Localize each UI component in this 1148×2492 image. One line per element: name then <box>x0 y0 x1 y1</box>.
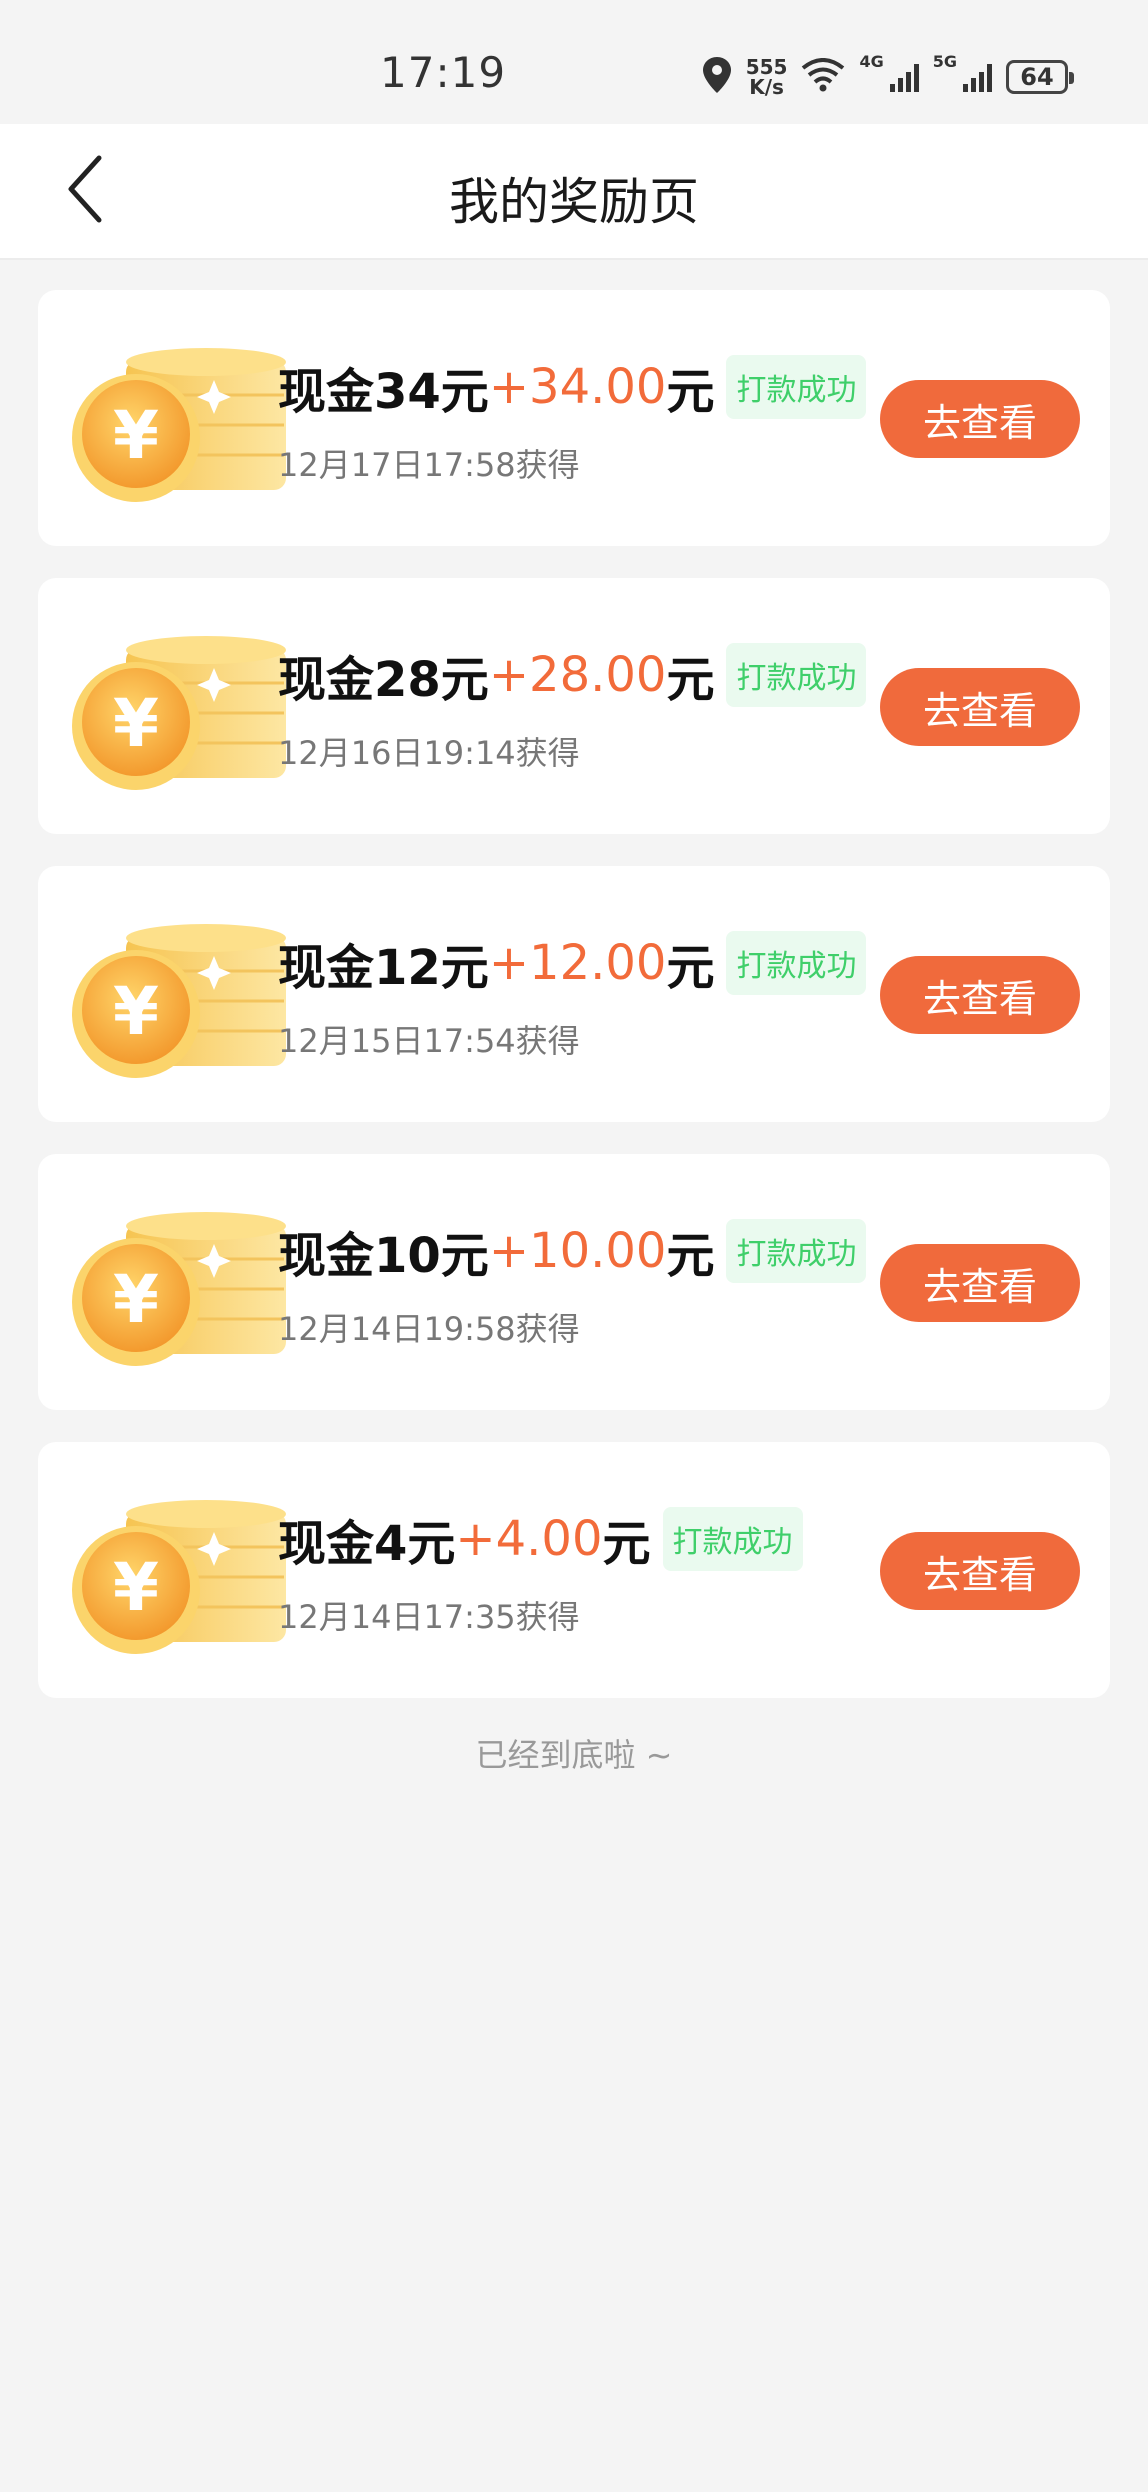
speed-value: 555 <box>745 55 788 79</box>
reward-unit: 元 <box>666 1228 715 1284</box>
view-button[interactable]: 去查看 <box>880 668 1080 746</box>
reward-unit: 元 <box>666 364 715 420</box>
reward-time: 12月14日19:58获得 <box>278 1310 580 1348</box>
status-icons: 555 K/s 4G 5G 64 <box>702 52 1074 102</box>
reward-time: 12月14日17:35获得 <box>278 1598 580 1636</box>
reward-title-row: 现金10元 +10.00 元打款成功 <box>278 1216 867 1286</box>
reward-list: ¥ 现金34元 +34.00 元打款成功 12月17日17:58获得 去查看 ¥ 现金2… <box>0 260 1148 1698</box>
network-type-2: 5G <box>932 52 957 71</box>
reward-amount: +10.00 <box>488 1223 667 1279</box>
view-button[interactable]: 去查看 <box>880 1532 1080 1610</box>
wifi-icon <box>801 58 845 96</box>
view-button[interactable]: 去查看 <box>880 1244 1080 1322</box>
reward-title: 现金34元 <box>278 364 489 420</box>
coin-stack-icon: ¥ <box>64 1204 294 1374</box>
network-type-1: 4G <box>859 52 884 71</box>
status-time: 17:19 <box>380 48 507 97</box>
reward-time: 12月16日19:14获得 <box>278 734 580 772</box>
reward-amount: +28.00 <box>488 647 667 703</box>
signal-icon-1 <box>889 62 919 92</box>
reward-unit: 元 <box>666 940 715 996</box>
reward-title: 现金4元 <box>278 1516 456 1572</box>
reward-unit: 元 <box>666 652 715 708</box>
reward-title-row: 现金28元 +28.00 元打款成功 <box>278 640 867 710</box>
reward-time: 12月15日17:54获得 <box>278 1022 580 1060</box>
reward-title: 现金28元 <box>278 652 489 708</box>
network-speed: 555 K/s <box>746 57 788 97</box>
reward-title: 现金12元 <box>278 940 489 996</box>
reward-title: 现金10元 <box>278 1228 489 1284</box>
reward-title-row: 现金4元 +4.00 元打款成功 <box>278 1504 803 1574</box>
reward-title-row: 现金12元 +12.00 元打款成功 <box>278 928 867 998</box>
svg-text:¥: ¥ <box>113 1549 159 1626</box>
svg-text:¥: ¥ <box>113 397 159 474</box>
reward-card: ¥ 现金12元 +12.00 元打款成功 12月15日17:54获得 去查看 <box>38 866 1110 1122</box>
battery-icon: 64 <box>1006 60 1074 94</box>
status-badge: 打款成功 <box>726 355 867 419</box>
speed-unit: K/s <box>749 75 784 99</box>
status-badge: 打款成功 <box>726 931 867 995</box>
reward-card: ¥ 现金34元 +34.00 元打款成功 12月17日17:58获得 去查看 <box>38 290 1110 546</box>
svg-text:¥: ¥ <box>113 685 159 762</box>
coin-stack-icon: ¥ <box>64 916 294 1086</box>
status-badge: 打款成功 <box>662 1507 803 1571</box>
reward-card: ¥ 现金10元 +10.00 元打款成功 12月14日19:58获得 去查看 <box>38 1154 1110 1410</box>
view-button[interactable]: 去查看 <box>880 956 1080 1034</box>
coin-stack-icon: ¥ <box>64 1492 294 1662</box>
svg-text:¥: ¥ <box>113 973 159 1050</box>
coin-stack-icon: ¥ <box>64 340 294 510</box>
status-badge: 打款成功 <box>726 1219 867 1283</box>
nav-bar: 我的奖励页 <box>0 124 1148 260</box>
status-badge: 打款成功 <box>726 643 867 707</box>
battery-level: 64 <box>1020 63 1054 91</box>
coin-stack-icon: ¥ <box>64 628 294 798</box>
reward-amount: +12.00 <box>488 935 667 991</box>
svg-text:¥: ¥ <box>113 1261 159 1338</box>
reward-card: ¥ 现金4元 +4.00 元打款成功 12月14日17:35获得 去查看 <box>38 1442 1110 1698</box>
reward-card: ¥ 现金28元 +28.00 元打款成功 12月16日19:14获得 去查看 <box>38 578 1110 834</box>
reward-amount: +4.00 <box>455 1511 603 1567</box>
page-title: 我的奖励页 <box>449 173 699 231</box>
location-icon <box>702 56 732 98</box>
reward-time: 12月17日17:58获得 <box>278 446 580 484</box>
reward-title-row: 现金34元 +34.00 元打款成功 <box>278 352 867 422</box>
reward-amount: +34.00 <box>488 359 667 415</box>
view-button[interactable]: 去查看 <box>880 380 1080 458</box>
status-bar: 17:19 555 K/s 4G 5G 64 <box>0 0 1148 124</box>
end-of-list-text: 已经到底啦 ~ <box>475 1736 673 1774</box>
reward-unit: 元 <box>602 1516 651 1572</box>
signal-icon-2 <box>963 62 992 92</box>
